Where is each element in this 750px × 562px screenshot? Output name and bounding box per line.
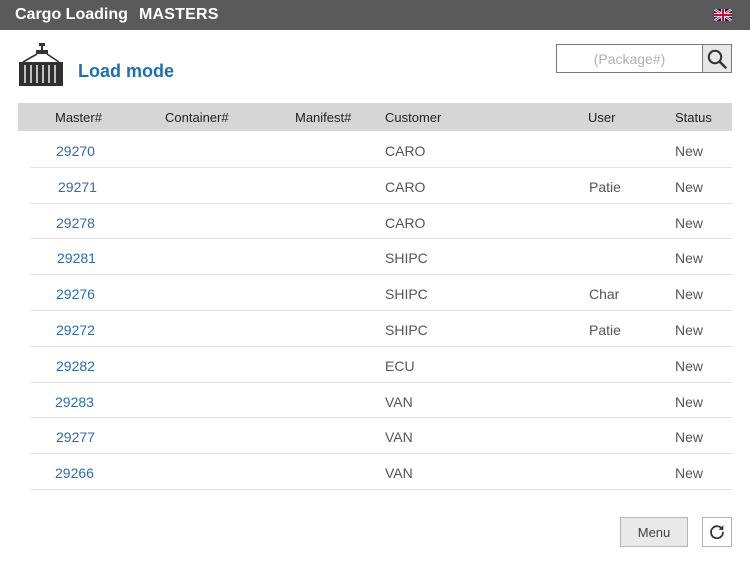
customer-cell: CARO — [385, 143, 426, 159]
app-title: Cargo Loading — [15, 6, 128, 23]
master-number-link[interactable]: 29270 — [56, 143, 95, 159]
master-number-link[interactable]: 29281 — [57, 250, 96, 266]
table-row[interactable]: 29276 SHIPC Char New — [30, 275, 732, 311]
refresh-button[interactable] — [702, 517, 732, 547]
status-cell: New — [675, 357, 704, 374]
search-button[interactable] — [702, 44, 732, 73]
table-row[interactable]: 29281 SHIPC New — [30, 239, 732, 276]
table-row[interactable]: 29270 CARO New — [30, 132, 732, 168]
master-number-link[interactable]: 29272 — [56, 322, 95, 338]
customer-cell: CARO — [385, 178, 426, 195]
column-header-status[interactable]: Status — [675, 110, 712, 125]
master-number-link[interactable]: 29283 — [55, 394, 94, 410]
package-search-input[interactable] — [556, 44, 703, 73]
customer-cell: SHIPC — [385, 321, 428, 338]
column-header-user[interactable]: User — [588, 110, 615, 125]
table-row[interactable]: 29272 SHIPC Patie New — [30, 311, 732, 347]
section-title: MASTERS — [139, 6, 219, 23]
table-row[interactable]: 29271 CARO Patie New — [30, 168, 732, 204]
uk-flag-icon[interactable] — [714, 9, 732, 21]
menu-button[interactable]: Menu — [620, 517, 688, 547]
search-icon — [707, 49, 727, 69]
status-cell: New — [675, 321, 704, 338]
user-cell: Char — [589, 286, 620, 303]
master-number-link[interactable]: 29282 — [56, 358, 95, 374]
table-row[interactable]: 29278 CARO New — [30, 204, 732, 240]
user-cell: Patie — [589, 178, 621, 195]
customer-cell: CARO — [385, 214, 426, 231]
table-row[interactable]: 29266 VAN New — [30, 454, 732, 490]
customer-cell: VAN — [385, 393, 413, 410]
page-title: Load mode — [78, 61, 175, 81]
status-cell: New — [675, 286, 704, 303]
status-cell: New — [675, 214, 704, 231]
status-cell: New — [675, 393, 704, 410]
user-cell: Patie — [589, 321, 621, 338]
status-cell: New — [675, 429, 704, 446]
customer-cell: SHIPC — [385, 286, 428, 303]
table-row[interactable]: 29282 ECU New — [30, 347, 732, 383]
customer-cell: VAN — [385, 465, 413, 482]
master-number-link[interactable]: 29266 — [55, 465, 94, 481]
table-row[interactable]: 29277 VAN New — [30, 418, 732, 455]
top-bar: Cargo Loading MASTERS — [0, 0, 750, 30]
status-cell: New — [675, 143, 704, 159]
customer-cell: ECU — [385, 357, 415, 374]
refresh-icon — [710, 525, 724, 540]
customer-cell: VAN — [385, 429, 413, 446]
column-header-customer[interactable]: Customer — [385, 110, 441, 125]
column-header-master[interactable]: Master# — [55, 110, 102, 125]
customer-cell: SHIPC — [385, 250, 428, 267]
status-cell: New — [675, 465, 704, 482]
master-number-link[interactable]: 29277 — [56, 429, 95, 445]
master-number-link[interactable]: 29271 — [58, 179, 97, 195]
master-number-link[interactable]: 29278 — [56, 215, 95, 231]
status-cell: New — [675, 178, 704, 195]
column-header-container[interactable]: Container# — [165, 110, 229, 125]
masters-table: 29270 CARO New 29271 CARO Patie New 2927… — [30, 132, 732, 490]
table-header: Master# Container# Manifest# Customer Us… — [18, 103, 732, 131]
column-header-manifest[interactable]: Manifest# — [295, 110, 351, 125]
table-row[interactable]: 29283 VAN New — [30, 383, 732, 419]
status-cell: New — [675, 250, 704, 267]
master-number-link[interactable]: 29276 — [56, 286, 95, 302]
crane-container-icon — [19, 43, 63, 86]
